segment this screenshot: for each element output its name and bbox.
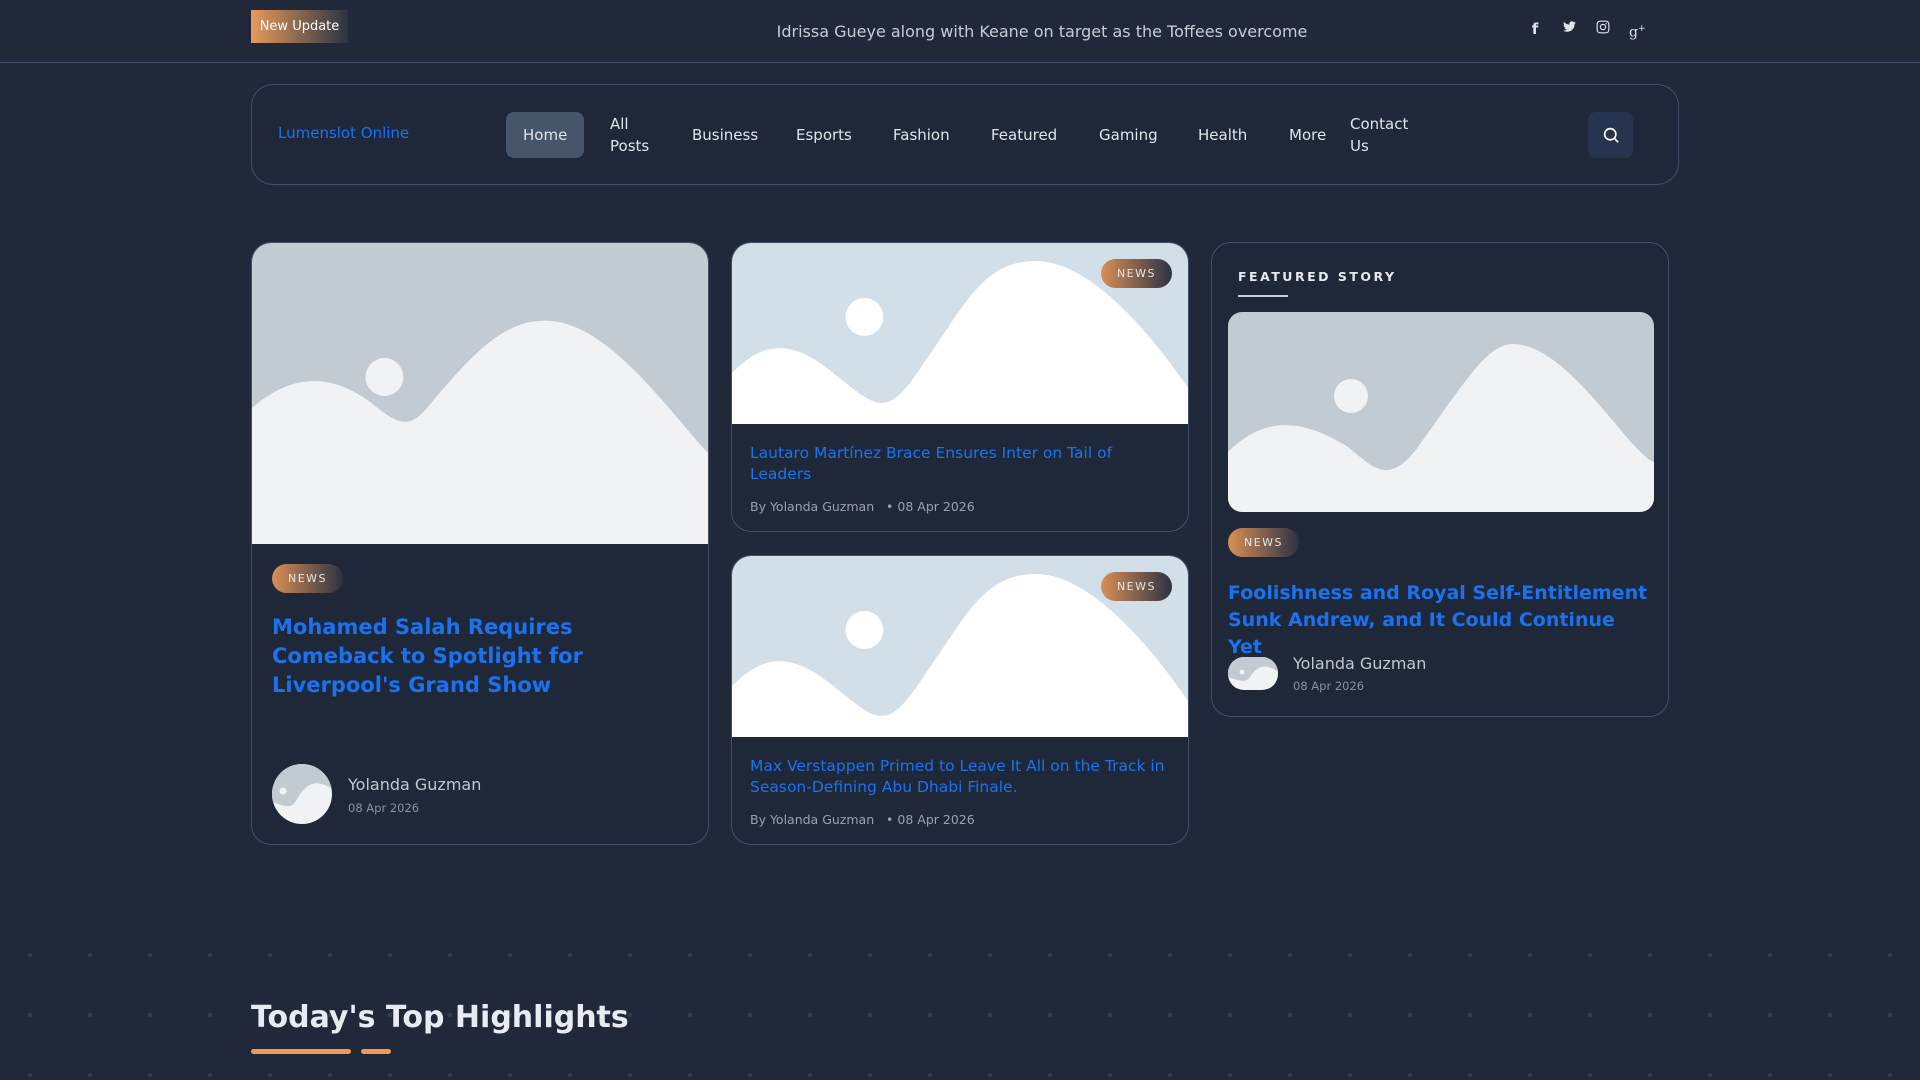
featured-title[interactable]: Foolishness and Royal Self-Entitlement S… — [1228, 580, 1648, 661]
heading-underline — [1238, 295, 1288, 297]
avatar — [1228, 657, 1278, 690]
author-name[interactable]: By Yolanda Guzman — [750, 499, 874, 514]
instagram-icon[interactable] — [1595, 20, 1611, 38]
nav-home[interactable]: Home — [506, 112, 585, 158]
section-title: Today's Top Highlights — [251, 1000, 629, 1035]
nav-more[interactable]: More — [1289, 85, 1326, 184]
nav-featured[interactable]: Featured — [991, 85, 1057, 184]
featured-heading: FEATURED STORY — [1238, 269, 1397, 284]
nav-gaming[interactable]: Gaming — [1099, 85, 1158, 184]
author-name[interactable]: Yolanda Guzman — [1293, 654, 1426, 673]
nav-contact-us[interactable]: Contact Us — [1350, 85, 1412, 184]
avatar — [272, 764, 332, 824]
news-ticker[interactable]: Idrissa Gueye along with Keane on target… — [700, 22, 1384, 41]
article-meta: By Yolanda Guzman • 08 Apr 2026 — [750, 812, 975, 827]
post-date: • 08 Apr 2026 — [886, 499, 975, 514]
article-meta: By Yolanda Guzman • 08 Apr 2026 — [750, 499, 975, 514]
title-underline — [251, 1049, 351, 1054]
nav-esports[interactable]: Esports — [796, 85, 852, 184]
author-name[interactable]: Yolanda Guzman — [348, 775, 481, 794]
nav-business[interactable]: Business — [692, 85, 758, 184]
nav-fashion[interactable]: Fashion — [893, 85, 950, 184]
article-title[interactable]: Max Verstappen Primed to Leave It All on… — [750, 756, 1170, 798]
search-button[interactable] — [1588, 112, 1633, 158]
article-card[interactable]: NEWS Mohamed Salah Requires Comeback to … — [251, 242, 709, 845]
main-nav: Lumenslot Online Home All Posts Business… — [251, 84, 1679, 185]
site-logo[interactable]: Lumenslot Online — [278, 124, 409, 142]
placeholder-image[interactable] — [1228, 312, 1654, 512]
google-plus-icon[interactable]: g+ — [1629, 20, 1646, 41]
nav-all-posts[interactable]: All Posts — [610, 85, 660, 184]
category-tag[interactable]: NEWS — [1100, 259, 1172, 288]
post-date: • 08 Apr 2026 — [886, 812, 975, 827]
title-underline-accent — [361, 1049, 391, 1054]
article-title[interactable]: Lautaro Martínez Brace Ensures Inter on … — [750, 443, 1150, 485]
new-update-badge: New Update — [251, 10, 348, 43]
top-bar: New Update Idrissa Gueye along with Kean… — [0, 0, 1920, 63]
category-tag[interactable]: NEWS — [272, 564, 344, 593]
article-title[interactable]: Mohamed Salah Requires Comeback to Spotl… — [272, 613, 692, 700]
twitter-icon[interactable] — [1561, 20, 1577, 38]
post-date: 08 Apr 2026 — [348, 801, 420, 815]
nav-health[interactable]: Health — [1198, 85, 1247, 184]
category-tag[interactable]: NEWS — [1228, 528, 1300, 557]
placeholder-image — [252, 243, 708, 544]
search-icon — [1603, 127, 1619, 143]
post-date: 08 Apr 2026 — [1293, 679, 1365, 693]
featured-story-panel: FEATURED STORY NEWS Foolishness and Roya… — [1211, 242, 1669, 717]
article-card[interactable]: NEWS Max Verstappen Primed to Leave It A… — [731, 555, 1189, 845]
article-card[interactable]: NEWS Lautaro Martínez Brace Ensures Inte… — [731, 242, 1189, 532]
category-tag[interactable]: NEWS — [1100, 572, 1172, 601]
facebook-icon[interactable]: f — [1527, 20, 1543, 38]
author-name[interactable]: By Yolanda Guzman — [750, 812, 874, 827]
social-links: f g+ — [1527, 20, 1646, 41]
